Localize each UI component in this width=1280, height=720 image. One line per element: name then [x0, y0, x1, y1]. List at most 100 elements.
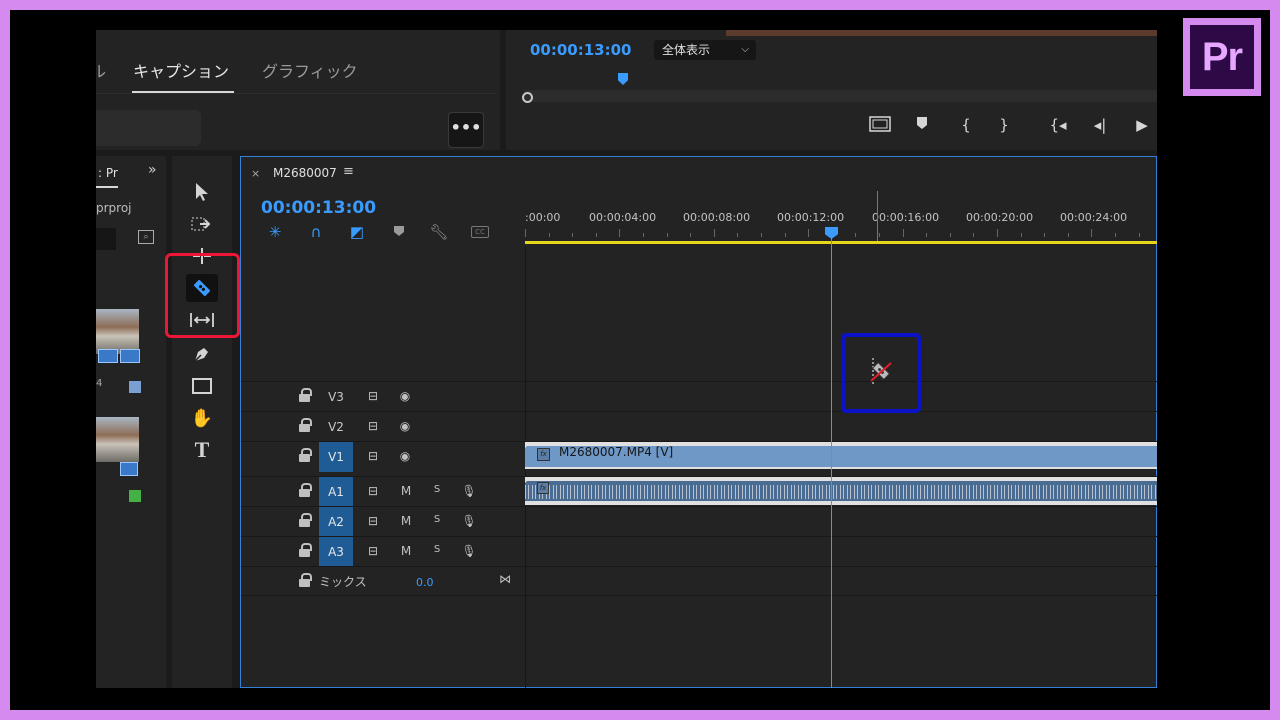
mix-volume-value[interactable]: 0.0 — [416, 576, 434, 589]
work-area-bar[interactable] — [525, 241, 1157, 244]
rectangle-tool-icon[interactable] — [186, 372, 218, 400]
eye-icon[interactable]: ◉ — [396, 449, 414, 463]
lock-icon[interactable] — [299, 543, 312, 557]
sequence-badge-icon — [120, 462, 138, 476]
pen-tool-icon[interactable] — [186, 340, 218, 368]
ruler-tick — [855, 233, 857, 237]
mark-in-icon[interactable]: { — [954, 116, 978, 134]
hand-tool-icon[interactable]: ✋ — [186, 404, 218, 432]
solo-button[interactable]: S — [428, 514, 446, 525]
lock-icon[interactable] — [299, 418, 312, 432]
add-marker-icon[interactable] — [910, 116, 934, 134]
clip-thumbnail[interactable] — [96, 309, 139, 354]
tab-left-cut[interactable]: ル — [96, 58, 106, 82]
panel-overflow-icon[interactable]: » — [148, 162, 157, 178]
mute-button[interactable]: M — [397, 544, 415, 558]
snap-magnet-icon[interactable]: ∩ — [306, 223, 326, 241]
solo-button[interactable]: S — [428, 484, 446, 495]
ruler-tick — [525, 229, 526, 237]
ruler-tick — [1138, 233, 1140, 237]
ruler-tick — [879, 233, 880, 237]
lock-icon[interactable] — [299, 573, 312, 587]
nest-insert-icon[interactable]: ✳ — [265, 223, 285, 241]
solo-button[interactable]: S — [428, 544, 446, 555]
audio-badge-icon — [120, 349, 140, 363]
lock-icon[interactable] — [299, 388, 312, 402]
go-to-in-icon[interactable]: {◂ — [1046, 116, 1070, 134]
sync-lock-icon[interactable]: ⊟ — [364, 544, 382, 558]
track-label-a3[interactable]: A3 — [319, 537, 353, 567]
microphone-icon[interactable]: 🎙︎ — [460, 514, 478, 528]
selection-tool-icon[interactable] — [186, 178, 218, 206]
label-color-swatch — [129, 381, 141, 393]
project-file-name: prproj — [96, 201, 132, 215]
close-sequence-icon[interactable]: × — [251, 167, 260, 180]
chevron-down-icon: ⌵ — [741, 44, 749, 55]
wrench-icon[interactable]: 🔧︎ — [429, 223, 449, 241]
razor-cursor-icon — [866, 356, 896, 386]
linked-selection-icon[interactable]: ◩ — [347, 223, 367, 241]
track-header-v3: V3 ⊟ ◉ — [241, 382, 525, 412]
track-row-a2: A2 ⊟ M S 🎙︎ — [241, 506, 1157, 537]
sync-lock-icon[interactable]: ⊟ — [364, 484, 382, 498]
mix-collapse-icon[interactable]: ⋈ — [499, 572, 511, 586]
panel-menu-icon[interactable]: ≡ — [343, 164, 354, 179]
track-select-forward-tool-icon[interactable] — [186, 210, 218, 238]
monitor-zoom-handle[interactable] — [522, 92, 533, 103]
sync-lock-icon[interactable]: ⊟ — [364, 389, 382, 403]
lock-icon[interactable] — [299, 513, 312, 527]
safe-margins-icon[interactable] — [868, 116, 892, 136]
track-label-v3[interactable]: V3 — [319, 382, 353, 412]
premiere-window: ル キャプション グラフィック ••• 00:00:13:00 全体表示 ⌵ {… — [96, 30, 1157, 688]
track-row-a3: A3 ⊟ M S 🎙︎ — [241, 536, 1157, 567]
ruler-time-label: 00:00:08:00 — [683, 211, 751, 224]
tab-captions[interactable]: キャプション — [133, 58, 229, 82]
lock-icon[interactable] — [299, 448, 312, 462]
mute-button[interactable]: M — [397, 484, 415, 498]
audio-waveform — [525, 485, 1157, 499]
microphone-icon[interactable]: 🎙︎ — [460, 484, 478, 498]
clip-start-marker — [525, 442, 531, 448]
ruler-tick — [761, 233, 762, 237]
track-label-v2[interactable]: V2 — [319, 412, 353, 442]
ruler-tick — [808, 229, 810, 237]
timeline-timecode[interactable]: 00:00:13:00 — [261, 198, 376, 218]
lock-icon[interactable] — [299, 483, 312, 497]
search-input[interactable] — [96, 110, 201, 146]
sequence-thumbnail[interactable] — [96, 417, 139, 462]
microphone-icon[interactable]: 🎙︎ — [460, 544, 478, 558]
track-header-a2: A2 ⊟ M S 🎙︎ — [241, 507, 525, 537]
more-options-button[interactable]: ••• — [448, 112, 484, 148]
sync-lock-icon[interactable]: ⊟ — [364, 419, 382, 433]
play-icon[interactable]: ▶ — [1130, 116, 1154, 134]
sync-lock-icon[interactable]: ⊟ — [364, 449, 382, 463]
playhead-line[interactable] — [831, 237, 832, 688]
project-panel: : Pr » prproj ⌕ 4 — [96, 156, 166, 688]
track-label-v1[interactable]: V1 — [319, 442, 353, 472]
sync-lock-icon[interactable]: ⊟ — [364, 514, 382, 528]
ruler-tick — [1020, 233, 1022, 237]
playhead-handle[interactable] — [825, 227, 838, 239]
mark-out-icon[interactable]: } — [992, 116, 1016, 134]
tab-graphics[interactable]: グラフィック — [262, 58, 358, 82]
project-tab-label[interactable]: : Pr — [98, 166, 118, 180]
find-icon[interactable]: ⌕ — [138, 230, 154, 244]
mute-button[interactable]: M — [397, 514, 415, 528]
program-timecode[interactable]: 00:00:13:00 — [530, 41, 632, 59]
add-marker-icon[interactable] — [389, 223, 409, 241]
type-tool-icon[interactable]: T — [186, 436, 218, 464]
monitor-playhead[interactable] — [618, 73, 628, 85]
track-header-a3: A3 ⊟ M S 🎙︎ — [241, 537, 525, 567]
captions-cc-icon[interactable]: CC — [471, 226, 489, 238]
sequence-tab-name[interactable]: M2680007 — [273, 166, 337, 180]
track-label-a2[interactable]: A2 — [319, 507, 353, 537]
monitor-scrub-bar[interactable] — [524, 90, 1157, 102]
eye-icon[interactable]: ◉ — [396, 419, 414, 433]
audio-clip[interactable]: fx — [525, 477, 1157, 505]
step-back-icon[interactable]: ◂| — [1088, 116, 1112, 134]
eye-icon[interactable]: ◉ — [396, 389, 414, 403]
track-label-a1[interactable]: A1 — [319, 477, 353, 507]
project-search-input[interactable] — [96, 228, 116, 250]
video-clip[interactable]: fx M2680007.MP4 [V] — [525, 442, 1157, 469]
zoom-select[interactable]: 全体表示 ⌵ — [654, 40, 756, 60]
